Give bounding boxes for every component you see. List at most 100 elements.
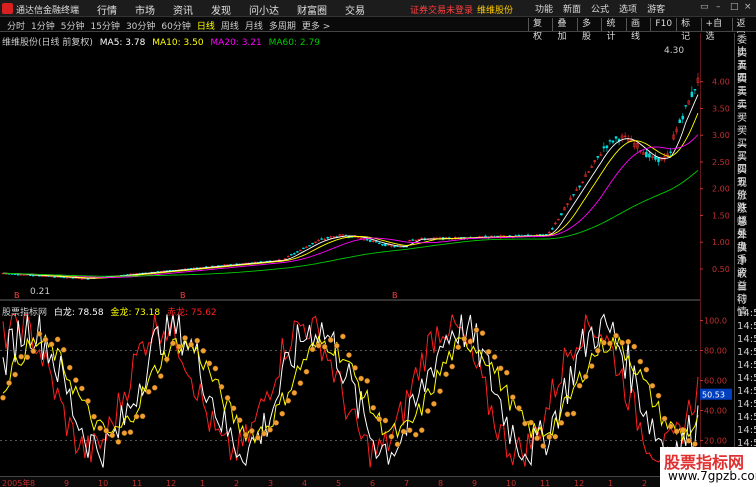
indicator-dot bbox=[182, 335, 188, 341]
date-tick-label: 2005年 bbox=[2, 478, 30, 487]
menu-item-xinmian[interactable]: 新面 bbox=[558, 2, 586, 15]
tool-button-3[interactable]: 统计 bbox=[601, 18, 625, 42]
period-tab-2[interactable]: 5分钟 bbox=[58, 19, 88, 32]
indicator-tick-label: 40.00 bbox=[704, 407, 727, 416]
quote-field: 14:5 bbox=[737, 347, 756, 358]
maximize-icon[interactable]: □ bbox=[730, 2, 740, 14]
indicator-dot bbox=[431, 401, 437, 407]
main-menu: 行情 市场 资讯 发现 问小达 财富圈 交易 bbox=[88, 2, 374, 17]
tool-button-4[interactable]: 画线 bbox=[625, 18, 650, 42]
tool-button-6[interactable]: 标记 bbox=[676, 18, 700, 42]
ma10-label: MA10: 3.50 bbox=[152, 38, 204, 48]
candle-body bbox=[32, 275, 35, 277]
window-icon[interactable]: ▭ bbox=[700, 2, 710, 14]
candle-body bbox=[381, 244, 384, 246]
candle-body bbox=[296, 251, 299, 253]
bailong-label: 白龙: 78.58 bbox=[53, 308, 104, 318]
indicator-chart[interactable] bbox=[0, 303, 700, 476]
period-tab-0[interactable]: 分时 bbox=[4, 19, 28, 32]
indicator-dot bbox=[42, 336, 49, 343]
main-chart-legend: 维维股份(日线 前复权) MA5: 3.78 MA10: 3.50 MA20: … bbox=[2, 35, 324, 48]
tool-button-2[interactable]: 多股 bbox=[576, 18, 601, 42]
indicator-dot bbox=[607, 340, 613, 347]
period-tabs: 分时 1分钟 5分钟 15分钟 30分钟 60分钟 日线 周线 月线 多周期 更多 > bbox=[4, 19, 333, 32]
candle-body bbox=[684, 105, 688, 107]
indicator-dot bbox=[570, 410, 577, 417]
indicator-dot bbox=[115, 439, 122, 445]
quote-field: 14:5 bbox=[737, 373, 756, 384]
indicator-dot bbox=[66, 364, 73, 371]
period-tab-8[interactable]: 月线 bbox=[242, 19, 266, 32]
indicator-dot bbox=[30, 348, 37, 354]
period-tab-7[interactable]: 周线 bbox=[218, 19, 242, 32]
indicator-dot bbox=[540, 443, 547, 449]
date-tick-label: 12 bbox=[166, 479, 176, 487]
low-price-annotation: 0.21 bbox=[30, 287, 51, 297]
menu-item-jiaoyi[interactable]: 交易 bbox=[336, 2, 374, 17]
candle-body bbox=[681, 115, 685, 120]
minimize-icon[interactable]: – bbox=[716, 2, 726, 14]
indicator-dot bbox=[285, 397, 292, 404]
menu-item-hangqing[interactable]: 行情 bbox=[88, 2, 126, 17]
candle-body bbox=[444, 236, 448, 239]
tool-button-7[interactable]: +自选 bbox=[700, 18, 732, 42]
menu-item-gongneng[interactable]: 功能 bbox=[530, 2, 558, 15]
price-tick-label: 3.50 bbox=[712, 104, 730, 113]
tool-button-1[interactable]: 叠加 bbox=[552, 18, 576, 42]
menu-item-caifuquan[interactable]: 财富圈 bbox=[288, 2, 336, 17]
indicator-dot bbox=[358, 375, 364, 382]
date-tick-label: 8 bbox=[438, 479, 443, 487]
period-tab-5[interactable]: 60分钟 bbox=[158, 19, 193, 32]
period-tab-3[interactable]: 15分钟 bbox=[87, 19, 122, 32]
ma-line bbox=[2, 94, 699, 279]
candle-body bbox=[19, 274, 23, 276]
app-title: 通达信金融终端 bbox=[16, 6, 80, 16]
candle-body bbox=[608, 140, 612, 142]
menu-item-wenxiaoda[interactable]: 问小达 bbox=[240, 2, 288, 17]
period-tab-1[interactable]: 1分钟 bbox=[28, 19, 58, 32]
period-tab-10[interactable]: 更多 > bbox=[299, 19, 333, 32]
price-chart[interactable]: BBB bbox=[0, 33, 700, 301]
indicator-dot bbox=[303, 368, 310, 375]
ma-line bbox=[2, 112, 699, 279]
period-tab-6[interactable]: 日线 bbox=[194, 19, 218, 32]
candle-body bbox=[411, 239, 414, 241]
candle-body bbox=[560, 213, 563, 216]
tool-button-5[interactable]: F10 bbox=[650, 18, 676, 31]
indicator-dot bbox=[60, 346, 67, 353]
menu-item-zixun[interactable]: 资讯 bbox=[164, 2, 202, 17]
indicator-dot bbox=[36, 331, 43, 337]
menu-right: 功能 新面 公式 选项 游客 bbox=[530, 2, 670, 15]
indicator-dot bbox=[679, 426, 686, 433]
period-tab-4[interactable]: 30分钟 bbox=[123, 19, 158, 32]
candle-body bbox=[302, 247, 305, 249]
login-notice[interactable]: 证券交易未登录 维维股份 bbox=[410, 3, 513, 16]
menu-item-gongshi[interactable]: 公式 bbox=[586, 2, 614, 15]
indicator-dot bbox=[425, 408, 431, 414]
tool-button-8[interactable]: 返回 bbox=[731, 18, 756, 42]
chart-tools: 复权叠加多股统计画线F10标记+自选返回 bbox=[528, 18, 756, 42]
indicator-dot bbox=[485, 348, 492, 355]
indicator-dot bbox=[12, 371, 18, 378]
menu-item-youke[interactable]: 游客 bbox=[642, 2, 670, 15]
price-tick-label: 4.00 bbox=[712, 78, 730, 87]
tool-button-0[interactable]: 复权 bbox=[528, 18, 552, 42]
indicator-dot bbox=[522, 420, 528, 427]
menu-item-xuanxiang[interactable]: 选项 bbox=[614, 2, 642, 15]
indicator-tick-label: 100.0 bbox=[704, 317, 727, 326]
indicator-dot bbox=[139, 413, 146, 420]
date-tick-label: 1 bbox=[608, 479, 613, 487]
candle-body bbox=[326, 236, 329, 239]
indicator-dot bbox=[649, 382, 656, 389]
current-value-text: 50.53 bbox=[702, 391, 725, 400]
menu-item-faxian[interactable]: 发现 bbox=[202, 2, 240, 17]
candle-body bbox=[578, 185, 581, 188]
menu-item-shichang[interactable]: 市场 bbox=[126, 2, 164, 17]
watermark: 股票指标网 www.7gpzb.com bbox=[660, 447, 756, 487]
period-tab-9[interactable]: 多周期 bbox=[266, 19, 299, 32]
indicator-dot bbox=[552, 433, 559, 440]
date-tick-label: 2 bbox=[642, 479, 647, 487]
indicator-dot bbox=[631, 343, 638, 350]
indicator-dot bbox=[400, 428, 407, 435]
close-icon[interactable]: × bbox=[744, 2, 754, 14]
